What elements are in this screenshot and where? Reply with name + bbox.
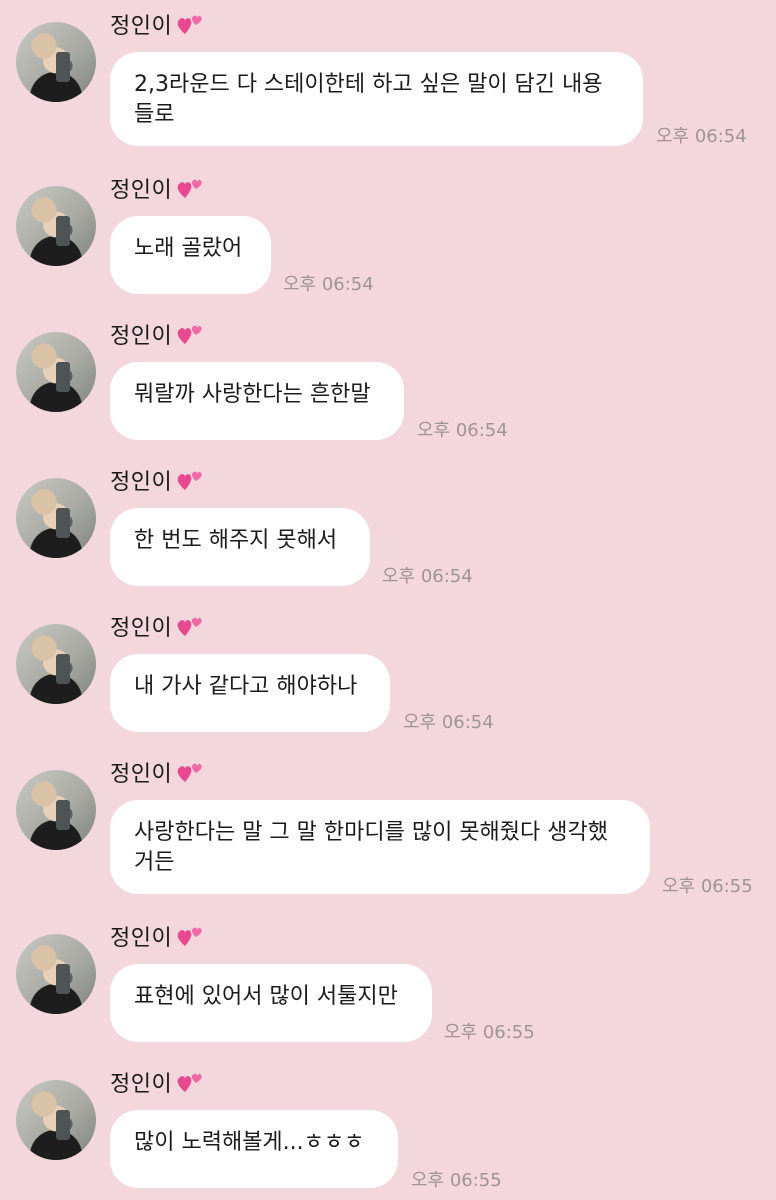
two-hearts-icon <box>177 179 203 198</box>
sender-label: 정인이 <box>110 324 173 349</box>
message-time: 오후 06:54 <box>382 566 473 587</box>
sender-name: 정인이 <box>110 8 204 40</box>
sender-label: 정인이 <box>110 926 173 951</box>
message-bubble[interactable]: 한 번도 해주지 못해서 <box>110 508 370 586</box>
message-text: 내 가사 같다고 해야하나 <box>134 674 358 699</box>
message-bubble[interactable]: 사랑한다는 말 그 말 한마디를 많이 못해줬다 생각했 거든 <box>110 800 650 894</box>
avatar[interactable] <box>16 478 96 558</box>
message-bubble[interactable]: 노래 골랐어 <box>110 216 271 294</box>
sender-name: 정인이 <box>110 1066 204 1098</box>
message-time: 오후 06:55 <box>662 876 753 897</box>
message-text: 많이 노력해볼게...ㅎㅎㅎ <box>134 1130 365 1155</box>
sender-name: 정인이 <box>110 172 204 204</box>
chat-message: 정인이 뭐랄까 사랑한다는 흔한말 오후 06:54 <box>0 310 776 441</box>
sender-name: 정인이 <box>110 610 204 642</box>
avatar[interactable] <box>16 332 96 412</box>
avatar[interactable] <box>16 22 96 102</box>
sender-name: 정인이 <box>110 464 204 496</box>
chat-message: 정인이 많이 노력해볼게...ㅎㅎㅎ 오후 06:55 <box>0 1058 776 1200</box>
message-bubble[interactable]: 2,3라운드 다 스테이한테 하고 싶은 말이 담긴 내용 들로 <box>110 52 643 146</box>
message-bubble[interactable]: 표현에 있어서 많이 서툴지만 <box>110 964 432 1042</box>
message-text: 2,3라운드 다 스테이한테 하고 싶은 말이 담긴 내용 들로 <box>134 72 603 127</box>
message-text: 노래 골랐어 <box>134 236 243 261</box>
sender-label: 정인이 <box>110 616 173 641</box>
message-text: 한 번도 해주지 못해서 <box>134 528 338 553</box>
message-time: 오후 06:55 <box>444 1022 535 1043</box>
two-hearts-icon <box>177 927 203 946</box>
two-hearts-icon <box>177 617 203 636</box>
message-text: 사랑한다는 말 그 말 한마디를 많이 못해줬다 생각했 거든 <box>134 820 608 875</box>
avatar[interactable] <box>16 770 96 850</box>
sender-name: 정인이 <box>110 756 204 788</box>
two-hearts-icon <box>177 1073 203 1092</box>
avatar[interactable] <box>16 186 96 266</box>
message-time: 오후 06:54 <box>656 126 747 147</box>
two-hearts-icon <box>177 15 203 34</box>
sender-label: 정인이 <box>110 14 173 39</box>
message-text: 표현에 있어서 많이 서툴지만 <box>134 984 398 1009</box>
sender-name: 정인이 <box>110 920 204 952</box>
two-hearts-icon <box>177 471 203 490</box>
chat-message: 정인이 한 번도 해주지 못해서 오후 06:54 <box>0 456 776 587</box>
message-text: 뭐랄까 사랑한다는 흔한말 <box>134 382 371 407</box>
chat-message: 정인이 내 가사 같다고 해야하나 오후 06:54 <box>0 602 776 733</box>
chat-message: 정인이 표현에 있어서 많이 서툴지만 오후 06:55 <box>0 912 776 1043</box>
message-bubble[interactable]: 내 가사 같다고 해야하나 <box>110 654 390 732</box>
message-time: 오후 06:54 <box>403 712 494 733</box>
chat-message: 정인이 사랑한다는 말 그 말 한마디를 많이 못해줬다 생각했 거든 오후 0… <box>0 748 776 908</box>
sender-label: 정인이 <box>110 470 173 495</box>
two-hearts-icon <box>177 763 203 782</box>
avatar[interactable] <box>16 934 96 1014</box>
message-time: 오후 06:54 <box>417 420 508 441</box>
sender-name: 정인이 <box>110 318 204 350</box>
message-time: 오후 06:54 <box>283 274 374 295</box>
two-hearts-icon <box>177 325 203 344</box>
message-time: 오후 06:55 <box>411 1170 502 1191</box>
chat-message: 정인이 노래 골랐어 오후 06:54 <box>0 164 776 295</box>
avatar[interactable] <box>16 1080 96 1160</box>
chat-message: 정인이 2,3라운드 다 스테이한테 하고 싶은 말이 담긴 내용 들로 오후 … <box>0 0 776 150</box>
message-bubble[interactable]: 많이 노력해볼게...ㅎㅎㅎ <box>110 1110 398 1188</box>
message-bubble[interactable]: 뭐랄까 사랑한다는 흔한말 <box>110 362 404 440</box>
sender-label: 정인이 <box>110 762 173 787</box>
sender-label: 정인이 <box>110 178 173 203</box>
sender-label: 정인이 <box>110 1072 173 1097</box>
avatar[interactable] <box>16 624 96 704</box>
